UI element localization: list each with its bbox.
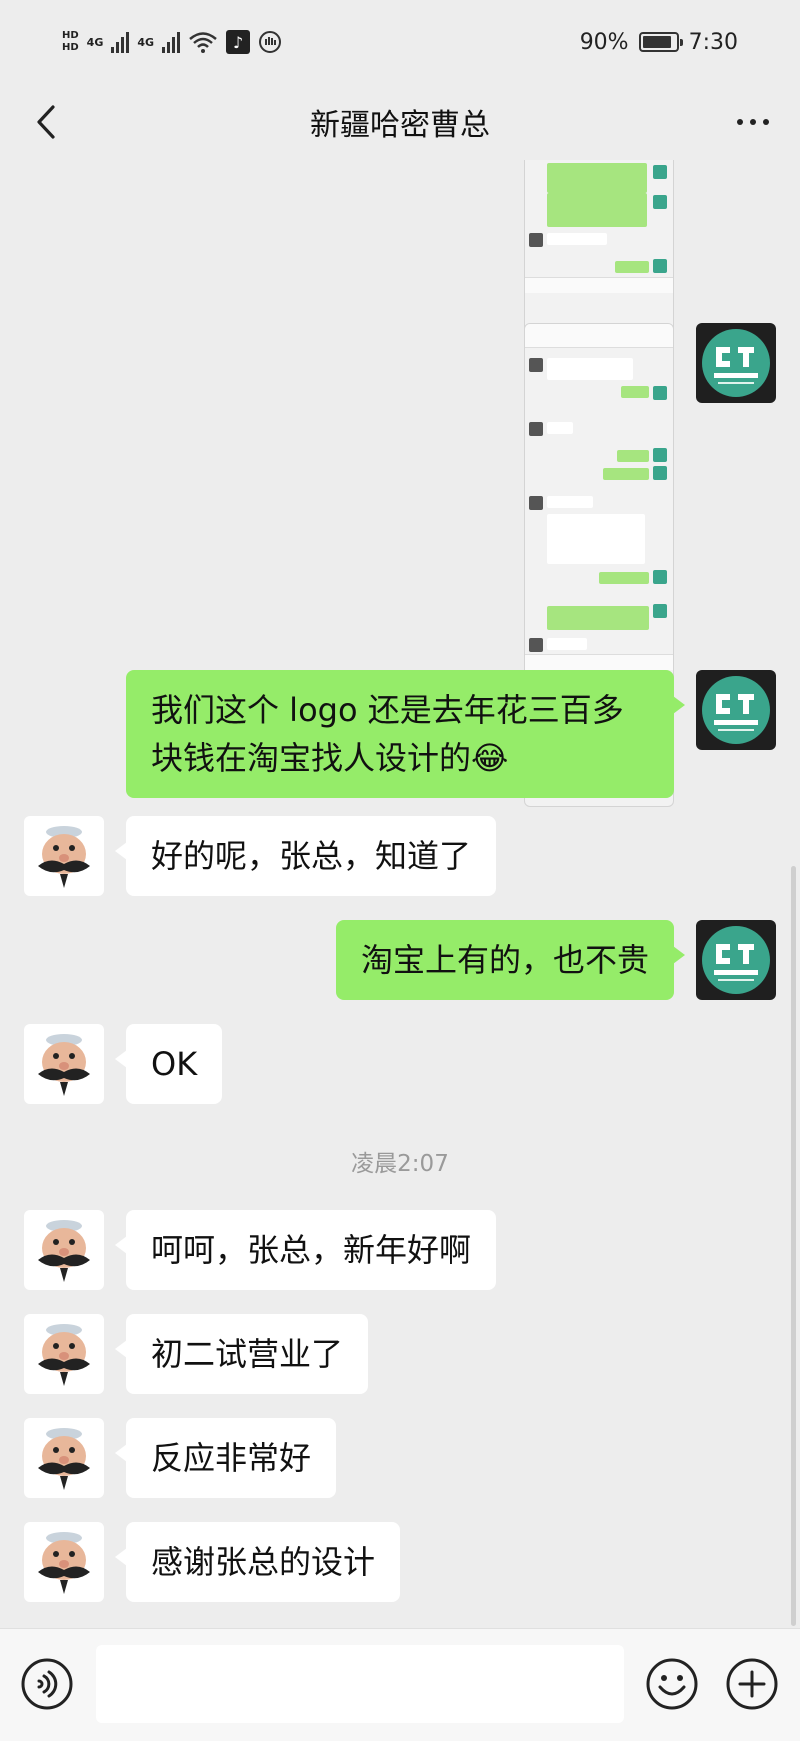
status-bar: HD HD 4G 4G ♪ 90% 7:30 [0, 0, 800, 84]
back-button[interactable] [24, 100, 68, 144]
message-timestamp: 凌晨2:07 [351, 1151, 449, 1177]
contact-avatar[interactable] [24, 1418, 104, 1498]
input-bar [0, 1628, 800, 1741]
voice-icon [21, 1658, 73, 1710]
more-dot-icon [750, 119, 756, 125]
message-input[interactable] [96, 1645, 624, 1723]
message-text: 呵呵，张总，新年好啊 [151, 1231, 472, 1269]
mustache-man-avatar-icon [38, 1034, 90, 1096]
my-avatar[interactable] [696, 670, 776, 750]
network-label-2: 4G [137, 35, 155, 49]
more-options-button[interactable] [728, 102, 778, 142]
hd-bottom-label: HD [62, 42, 79, 53]
battery-icon [638, 32, 683, 52]
mustache-man-avatar-icon [38, 826, 90, 888]
message-list[interactable]: 我们这个 logo 还是去年花三百多 块钱在淘宝找人设计的😂 好的呢，张总，知道… [0, 160, 800, 1628]
contact-avatar[interactable] [24, 816, 104, 896]
message-text-line: 块钱在淘宝找人设计的😂 [151, 739, 509, 777]
message-text: 好的呢，张总，知道了 [151, 837, 472, 875]
mustache-man-avatar-icon [38, 1324, 90, 1386]
my-avatar[interactable] [696, 323, 776, 403]
message-bubble-received[interactable]: 反应非常好 [114, 1418, 337, 1498]
signal-icon [111, 31, 130, 53]
message-text: 淘宝上有的，也不贵 [360, 941, 649, 979]
brand-logo-icon [702, 676, 770, 744]
message-bubble-received[interactable]: 感谢张总的设计 [114, 1522, 401, 1602]
mustache-man-avatar-icon [38, 1220, 90, 1282]
battery-percentage: 90% [579, 29, 629, 55]
network-label-1: 4G [86, 35, 104, 49]
chat-title: 新疆哈密曹总 [310, 108, 490, 143]
message-bubble-sent[interactable]: 我们这个 logo 还是去年花三百多 块钱在淘宝找人设计的😂 [126, 670, 685, 798]
contact-avatar[interactable] [24, 1522, 104, 1602]
mustache-man-avatar-icon [38, 1532, 90, 1594]
brand-logo-icon [702, 926, 770, 994]
message-bubble-received[interactable]: 呵呵，张总，新年好啊 [114, 1210, 497, 1290]
contact-avatar[interactable] [24, 1210, 104, 1290]
status-left: HD HD 4G 4G ♪ [62, 30, 282, 54]
more-dot-icon [763, 119, 769, 125]
more-dot-icon [737, 119, 743, 125]
hd-indicator: HD HD [62, 31, 79, 53]
message-text: 反应非常好 [151, 1439, 312, 1477]
message-text: 初二试营业了 [151, 1335, 344, 1373]
emoji-icon [646, 1658, 698, 1710]
message-bubble-received[interactable]: OK [114, 1024, 223, 1104]
hd-top-label: HD [62, 30, 79, 41]
contact-avatar[interactable] [24, 1314, 104, 1394]
notification-icon [259, 31, 282, 53]
message-bubble-sent[interactable]: 淘宝上有的，也不贵 [335, 920, 686, 1000]
chevron-left-icon [37, 105, 55, 139]
clock: 7:30 [688, 29, 738, 55]
signal-icon-2 [162, 31, 181, 53]
battery-fill [642, 36, 672, 48]
message-text: OK [151, 1045, 198, 1083]
mustache-man-avatar-icon [38, 1428, 90, 1490]
brand-logo-icon [702, 329, 770, 397]
chat-header: 新疆哈密曹总 [0, 84, 800, 160]
more-functions-button[interactable] [725, 1657, 779, 1711]
emoji-button[interactable] [645, 1657, 699, 1711]
scrollbar[interactable] [791, 866, 796, 1626]
message-bubble-received[interactable]: 初二试营业了 [114, 1314, 369, 1394]
message-text-line: 我们这个 logo 还是去年花三百多 [151, 691, 624, 729]
status-right: 90% 7:30 [580, 30, 738, 55]
wifi-icon [189, 32, 217, 53]
contact-avatar[interactable] [24, 1024, 104, 1104]
voice-button[interactable] [20, 1657, 74, 1711]
my-avatar[interactable] [696, 920, 776, 1000]
plus-icon [726, 1658, 778, 1710]
message-text: 感谢张总的设计 [151, 1543, 376, 1581]
tiktok-icon: ♪ [226, 30, 251, 54]
message-bubble-received[interactable]: 好的呢，张总，知道了 [114, 816, 497, 896]
